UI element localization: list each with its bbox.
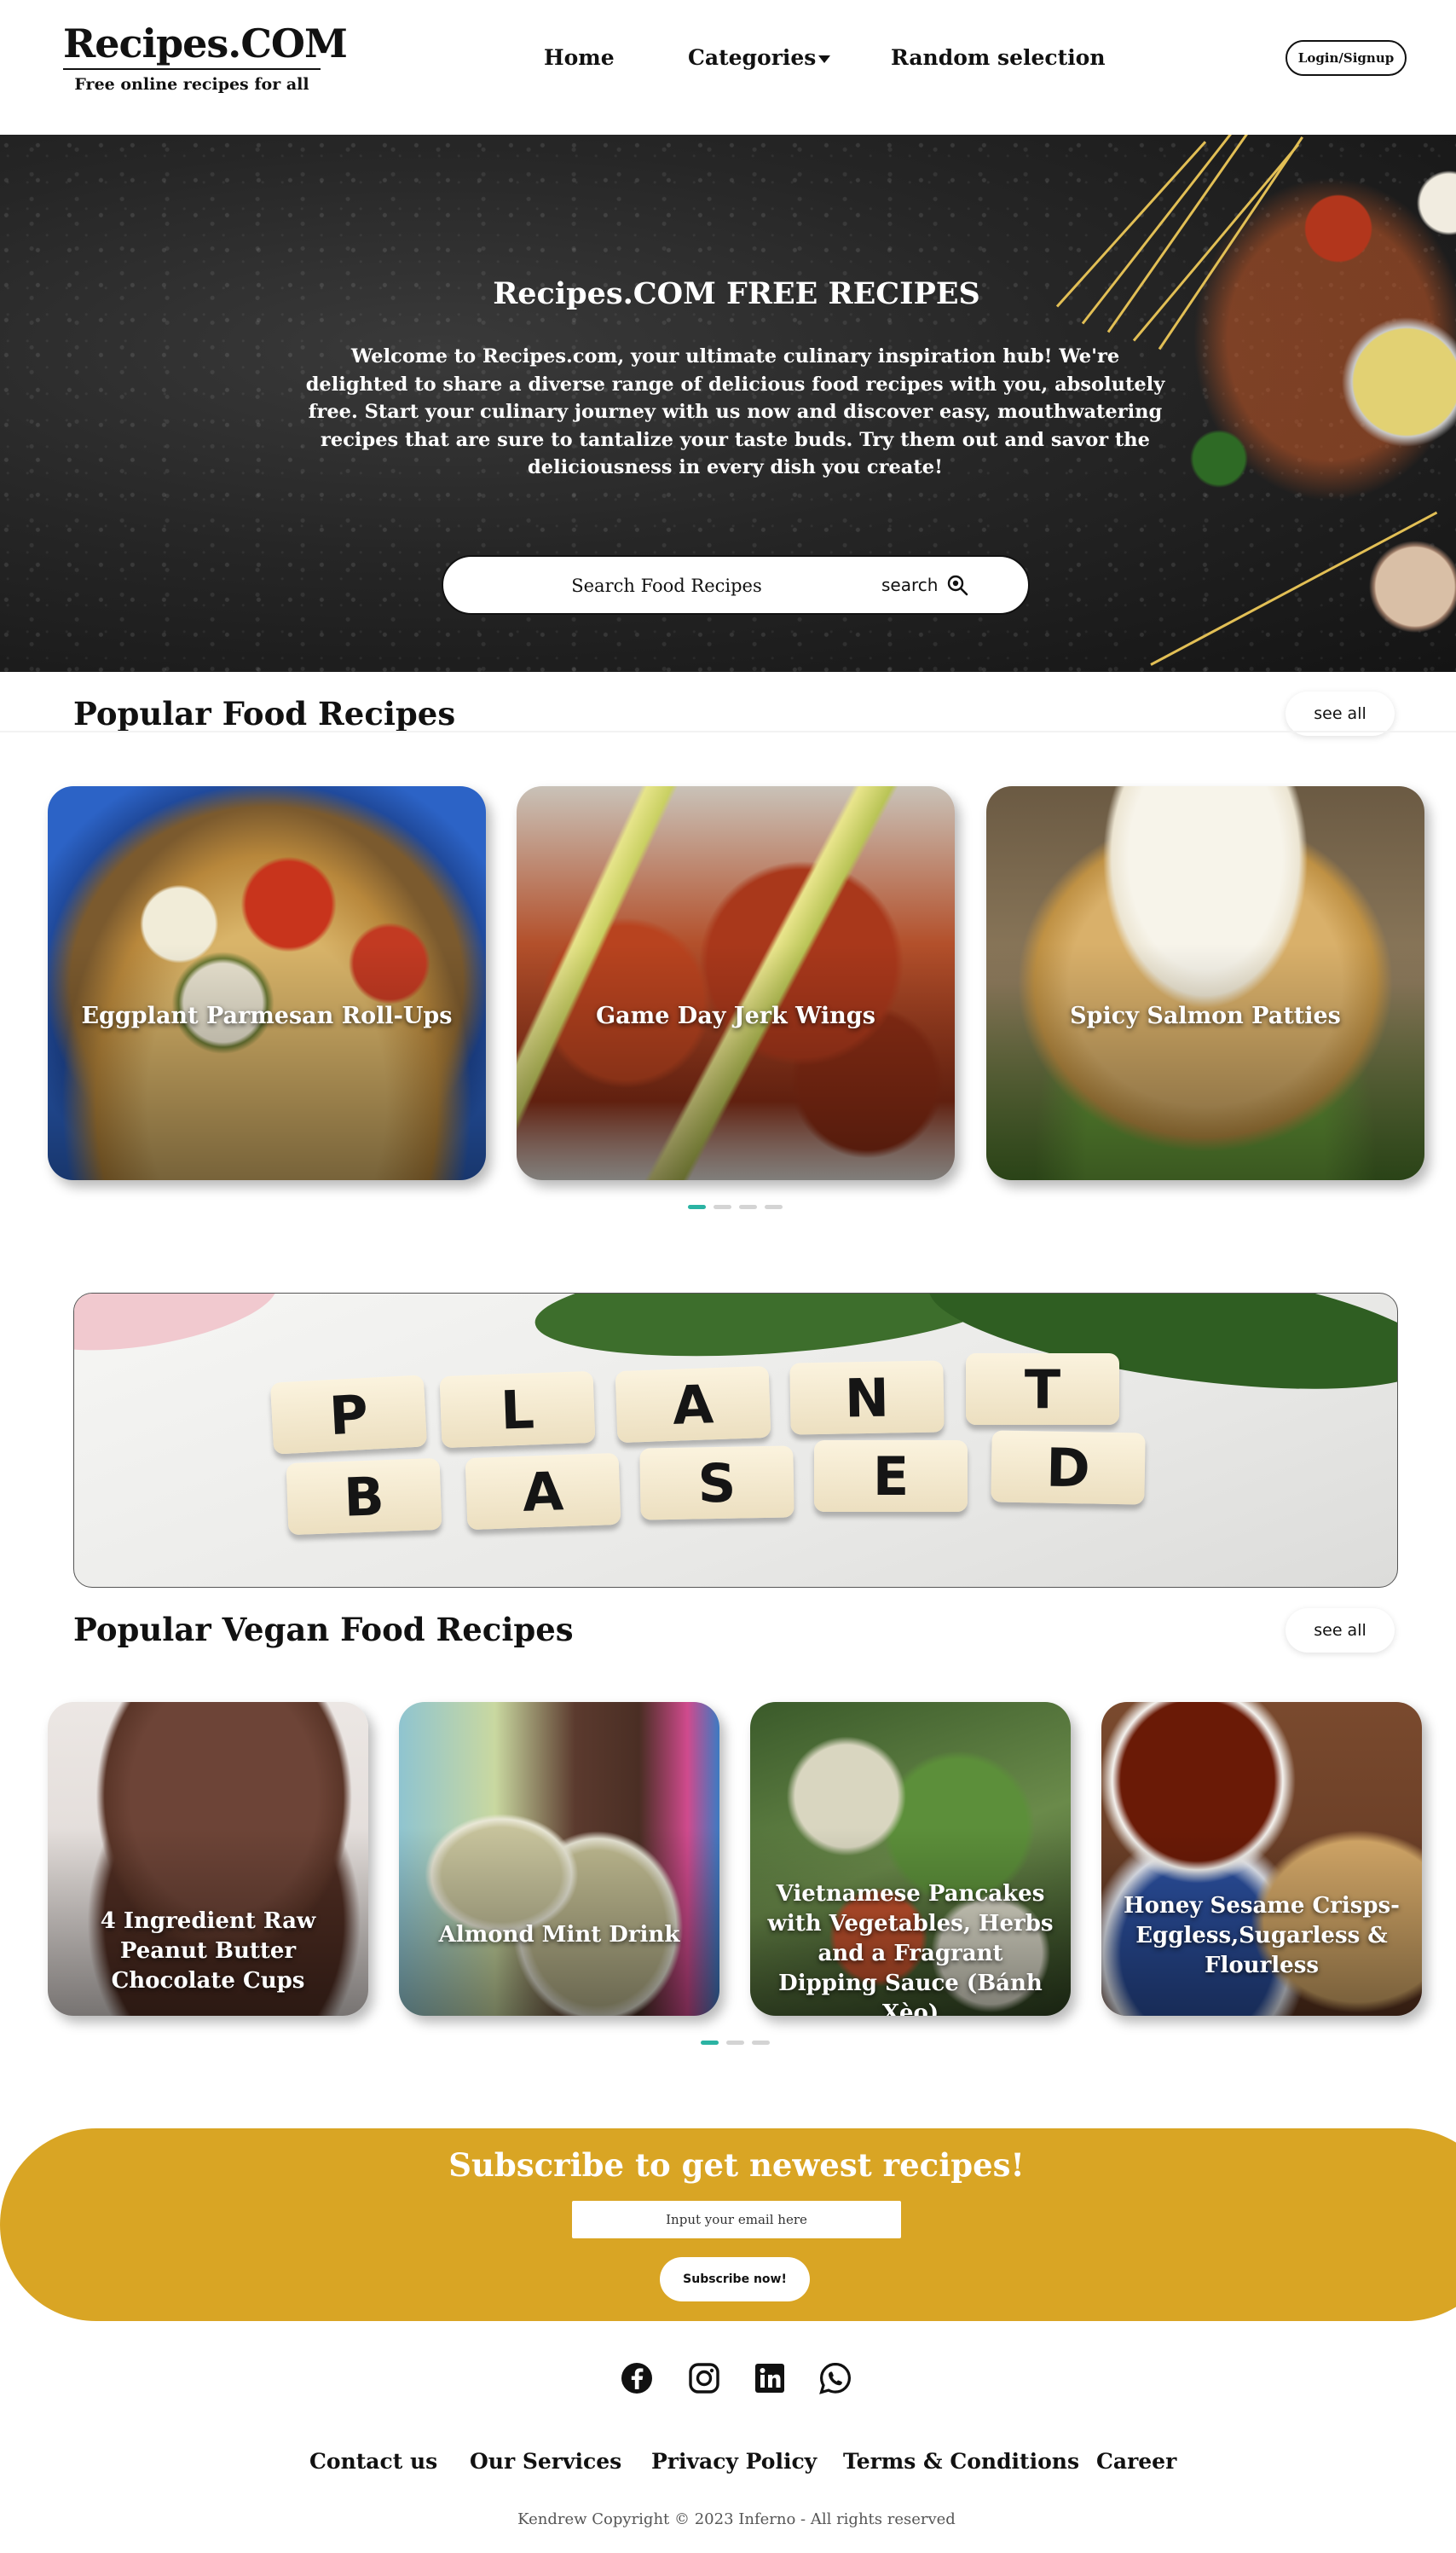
letter-tile: P xyxy=(269,1375,428,1455)
recipe-card-eggplant[interactable]: Eggplant Parmesan Roll-Ups xyxy=(48,786,486,1180)
letter-tile: A xyxy=(615,1365,771,1444)
letter-tile: B xyxy=(286,1457,442,1536)
vegan-card-sesame-crisps[interactable]: Honey Sesame Crisps- Eggless,Sugarless &… xyxy=(1101,1702,1422,2016)
vegan-card-banh-xeo[interactable]: Vietnamese Pancakes with Vegetables, Her… xyxy=(750,1702,1071,2016)
subscribe-email-input[interactable] xyxy=(572,2201,901,2238)
card-shade xyxy=(48,786,486,1180)
footer-link-privacy[interactable]: Privacy Policy xyxy=(651,2446,817,2477)
logo-title: Recipes.COM xyxy=(63,19,348,70)
nav-random-selection[interactable]: Random selection xyxy=(891,43,1106,73)
popular-section-title: Popular Food Recipes xyxy=(73,695,456,732)
card-shade xyxy=(399,1702,719,2016)
subscribe-button[interactable]: Subscribe now! xyxy=(660,2257,810,2301)
vegan-see-all-button[interactable]: see all xyxy=(1286,1608,1395,1653)
nav-home[interactable]: Home xyxy=(544,43,615,73)
recipe-card-salmon-patties[interactable]: Spicy Salmon Patties xyxy=(986,786,1424,1180)
popular-see-all-button[interactable]: see all xyxy=(1286,692,1395,736)
recipe-card-title: Honey Sesame Crisps- Eggless,Sugarless &… xyxy=(1124,1893,1400,1978)
flower-decoration xyxy=(74,1294,284,1367)
recipe-card-jerk-wings[interactable]: Game Day Jerk Wings xyxy=(517,786,955,1180)
footer-link-services[interactable]: Our Services xyxy=(470,2446,621,2477)
search-bar: search xyxy=(442,555,1030,615)
carousel-dot[interactable] xyxy=(726,2041,744,2045)
carousel-dot[interactable] xyxy=(752,2041,770,2045)
letter-tile: D xyxy=(991,1430,1146,1505)
caret-down-icon xyxy=(818,55,831,63)
card-shade xyxy=(986,786,1424,1180)
vegan-card-peanut-butter-cups[interactable]: 4 Ingredient Raw Peanut Butter Chocolate… xyxy=(48,1702,368,2016)
letter-tile: S xyxy=(639,1445,794,1520)
letter-tile: T xyxy=(966,1353,1119,1425)
carousel-dot[interactable] xyxy=(701,2041,719,2045)
recipe-card-title: Spicy Salmon Patties xyxy=(1070,1003,1341,1029)
vegan-card-almond-mint[interactable]: Almond Mint Drink xyxy=(399,1702,719,2016)
letter-tile: A xyxy=(465,1452,621,1531)
search-button[interactable]: search xyxy=(881,569,968,601)
carousel-dot[interactable] xyxy=(714,1205,731,1209)
carousel-dot[interactable] xyxy=(739,1205,757,1209)
letter-tile: N xyxy=(789,1360,945,1435)
logo-tagline: Free online recipes for all xyxy=(74,75,309,94)
hero-description: Welcome to Recipes.com, your ultimate cu… xyxy=(305,345,1165,478)
site-logo[interactable]: Recipes.COM Free online recipes for all xyxy=(63,19,348,94)
subscribe-title: Subscribe to get newest recipes! xyxy=(448,2146,1025,2184)
hero-title: Recipes.COM FREE RECIPES xyxy=(493,276,980,311)
recipe-card-title: Vietnamese Pancakes with Vegetables, Her… xyxy=(767,1881,1054,2016)
hero-banner: Recipes.COM FREE RECIPES Welcome to Reci… xyxy=(0,135,1456,672)
section-divider xyxy=(0,731,1456,732)
search-input[interactable] xyxy=(511,569,822,603)
footer-link-terms[interactable]: Terms & Conditions xyxy=(843,2446,1079,2477)
facebook-icon[interactable] xyxy=(620,2361,654,2395)
recipe-card-title: Game Day Jerk Wings xyxy=(596,1003,875,1029)
card-shade xyxy=(517,786,955,1180)
vegan-section-title: Popular Vegan Food Recipes xyxy=(73,1611,574,1648)
letter-tile: L xyxy=(439,1370,596,1449)
vegan-carousel-dots xyxy=(701,2041,770,2045)
search-button-label: search xyxy=(881,575,939,595)
recipe-card-title: Eggplant Parmesan Roll-Ups xyxy=(81,1003,453,1029)
linkedin-icon[interactable] xyxy=(753,2361,787,2395)
footer-link-contact[interactable]: Contact us xyxy=(309,2446,437,2477)
whatsapp-icon[interactable] xyxy=(818,2361,852,2395)
carousel-dot[interactable] xyxy=(765,1205,783,1209)
letter-tile: E xyxy=(814,1440,968,1512)
copyright-text: Kendrew Copyright © 2023 Inferno - All r… xyxy=(517,2510,956,2528)
search-icon xyxy=(948,575,968,596)
footer-link-career[interactable]: Career xyxy=(1096,2446,1176,2477)
nav-categories-label: Categories xyxy=(688,45,817,70)
instagram-icon[interactable] xyxy=(687,2361,721,2395)
nav-categories[interactable]: Categories xyxy=(688,43,831,73)
recipe-card-title: 4 Ingredient Raw Peanut Butter Chocolate… xyxy=(100,1908,316,1994)
plant-based-banner: P L A N T B A S E D xyxy=(73,1293,1398,1588)
login-signup-button[interactable]: Login/Signup xyxy=(1286,40,1407,76)
popular-carousel-dots xyxy=(688,1205,783,1209)
carousel-dot[interactable] xyxy=(688,1205,706,1209)
recipe-card-title: Almond Mint Drink xyxy=(438,1922,680,1948)
